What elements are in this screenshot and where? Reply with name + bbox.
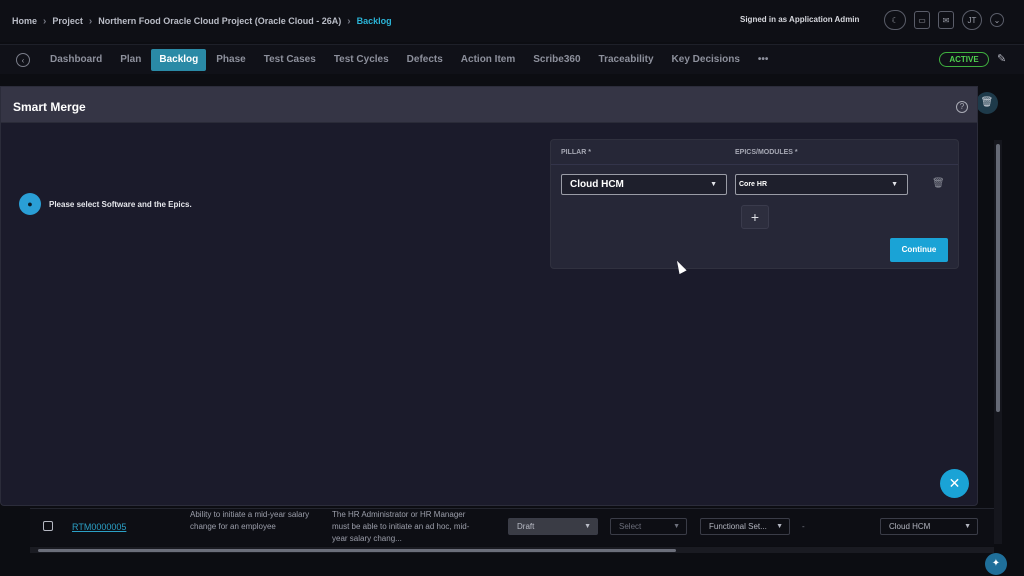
row-pillar-dropdown[interactable]: Cloud HCM ▼ xyxy=(880,518,978,535)
more-tabs-icon[interactable]: ••• xyxy=(750,49,777,71)
breadcrumb-home[interactable]: Home xyxy=(12,16,37,26)
signed-in-text: Signed in as Application Admin xyxy=(740,15,860,24)
trash-icon[interactable]: 🗑 xyxy=(976,92,998,114)
tab-test-cases[interactable]: Test Cases xyxy=(256,49,324,71)
type-value: Functional Set... xyxy=(709,522,767,531)
pillar-dropdown[interactable]: Cloud HCM ▼ xyxy=(561,174,727,195)
assistant-avatar-icon: ● xyxy=(19,193,41,215)
chevron-right-icon: › xyxy=(88,15,93,27)
tab-phase[interactable]: Phase xyxy=(208,49,253,71)
caret-down-icon: ▼ xyxy=(891,181,898,188)
tab-key-decisions[interactable]: Key Decisions xyxy=(664,49,748,71)
breadcrumb-project[interactable]: Project xyxy=(52,16,83,26)
modal-title: Smart Merge xyxy=(13,100,86,114)
epics-dropdown[interactable]: Core HR ▼ xyxy=(735,174,908,195)
panel-header: PILLAR * EPICS/MODULES * xyxy=(551,140,958,165)
modal-header: Smart Merge ? xyxy=(1,87,977,123)
moon-icon[interactable]: ☾ xyxy=(884,10,906,30)
row-checkbox[interactable] xyxy=(43,521,53,531)
user-avatar[interactable]: JT xyxy=(962,10,982,30)
top-icons: ☾ ▭ ✉ JT ⌄ xyxy=(884,10,1004,30)
row-pillar-value: Cloud HCM xyxy=(889,522,931,531)
back-arrow-icon[interactable]: ‹ xyxy=(16,53,30,67)
chat-assistant-icon[interactable]: ✦ xyxy=(985,553,1007,575)
epics-value: Core HR xyxy=(739,181,768,188)
info-message: Please select Software and the Epics. xyxy=(49,200,192,209)
add-row-button[interactable]: + xyxy=(741,205,769,229)
pillar-value: Cloud HCM xyxy=(570,179,624,190)
status-badge: ACTIVE xyxy=(939,52,989,67)
epics-header: EPICS/MODULES * xyxy=(735,149,798,156)
tab-bar: ‹ Dashboard Plan Backlog Phase Test Case… xyxy=(0,44,1024,74)
tab-test-cycles[interactable]: Test Cycles xyxy=(326,49,397,71)
priority-dropdown[interactable]: Select ▼ xyxy=(610,518,687,535)
caret-down-icon: ▼ xyxy=(710,181,717,188)
caret-down-icon: ▼ xyxy=(673,523,680,530)
continue-button[interactable]: Continue xyxy=(890,238,948,262)
tab-traceability[interactable]: Traceability xyxy=(591,49,662,71)
vertical-scrollbar-thumb[interactable] xyxy=(996,144,1000,412)
row-id-link[interactable]: RTM0000005 xyxy=(72,522,126,532)
row-description: The HR Administrator or HR Manager must … xyxy=(332,510,470,543)
tab-defects[interactable]: Defects xyxy=(399,49,451,71)
chevron-right-icon: › xyxy=(347,15,351,27)
status-dropdown[interactable]: Draft ▼ xyxy=(508,518,598,535)
status-value: Draft xyxy=(517,522,535,531)
row-empty-cell: - xyxy=(802,522,805,531)
pencil-icon[interactable]: ✎ xyxy=(997,52,1006,65)
tab-scribe360[interactable]: Scribe360 xyxy=(525,49,588,71)
row-title: Ability to initiate a mid-year salary ch… xyxy=(190,510,310,531)
caret-down-icon: ▼ xyxy=(964,523,971,530)
breadcrumb-backlog: Backlog xyxy=(356,16,392,26)
tab-list: Dashboard Plan Backlog Phase Test Cases … xyxy=(42,49,778,71)
type-dropdown[interactable]: Functional Set... ▼ xyxy=(700,518,790,535)
priority-value: Select xyxy=(619,522,642,531)
caret-down-icon: ▼ xyxy=(584,523,591,530)
trash-icon[interactable]: 🗑 xyxy=(932,178,945,190)
tab-backlog[interactable]: Backlog xyxy=(151,49,207,71)
mail-icon[interactable]: ✉ xyxy=(938,11,954,29)
tab-action-item[interactable]: Action Item xyxy=(453,49,523,71)
caret-down-icon: ▼ xyxy=(776,523,783,530)
smart-merge-modal: Smart Merge ? ● Please select Software a… xyxy=(0,86,978,506)
top-bar: Home › Project › Northern Food Oracle Cl… xyxy=(0,0,1024,42)
tab-plan[interactable]: Plan xyxy=(112,49,149,71)
close-button[interactable]: ✕ xyxy=(940,469,969,498)
chevron-down-icon[interactable]: ⌄ xyxy=(990,13,1004,27)
table-row[interactable]: RTM0000005 Ability to initiate a mid-yea… xyxy=(30,508,994,546)
pillar-header: PILLAR * xyxy=(561,149,591,156)
help-circle-icon[interactable]: ? xyxy=(956,101,968,113)
document-icon[interactable]: ▭ xyxy=(914,11,930,29)
breadcrumb-project-name[interactable]: Northern Food Oracle Cloud Project (Orac… xyxy=(98,16,341,26)
tab-dashboard[interactable]: Dashboard xyxy=(42,49,110,71)
chevron-right-icon: › xyxy=(43,15,47,27)
pillar-epics-panel: PILLAR * EPICS/MODULES * Cloud HCM ▼ Cor… xyxy=(550,139,959,269)
horizontal-scrollbar-thumb[interactable] xyxy=(38,549,676,552)
